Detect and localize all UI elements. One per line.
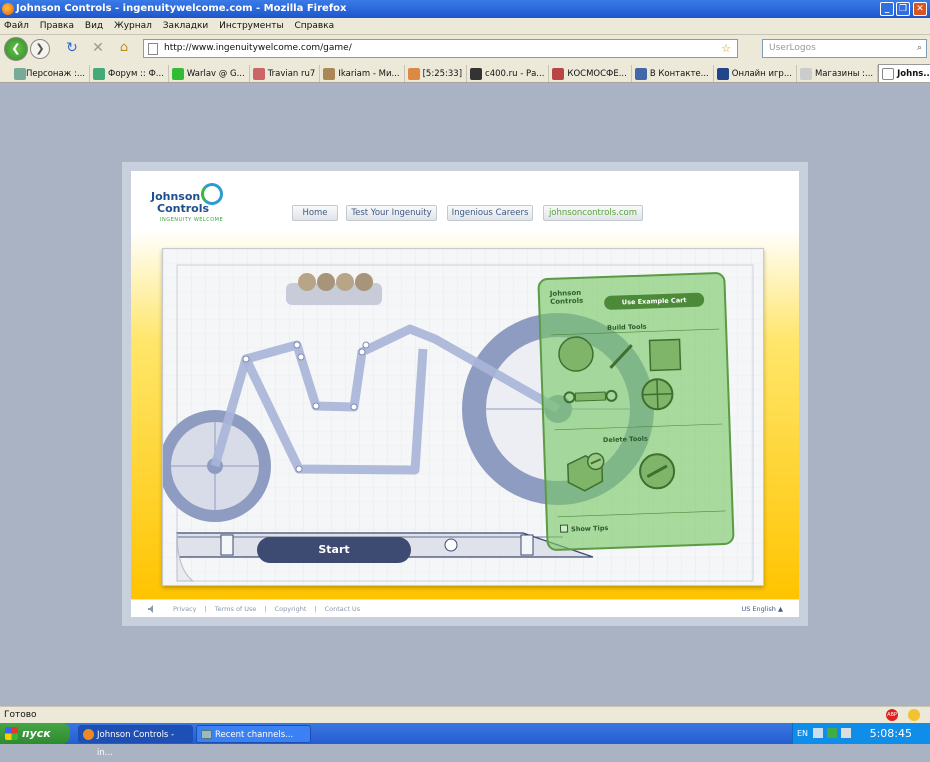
menu-view[interactable]: Вид <box>81 18 107 35</box>
delete-joint-tool-icon <box>639 453 676 490</box>
url-bar[interactable]: http://www.ingenuitywelcome.com/game/ ☆ <box>143 39 738 58</box>
speaker-icon[interactable] <box>148 605 156 613</box>
bookmark-item[interactable]: Персонаж :... <box>0 65 90 82</box>
bookmark-star-icon[interactable]: ☆ <box>721 40 731 57</box>
footer-links: Privacy | Terms of Use | Copyright | Contact U… <box>169 600 364 618</box>
site-footer: Privacy | Terms of Use | Copyright | Contact U… <box>131 599 799 617</box>
start-menu-button[interactable]: пуск <box>0 723 70 744</box>
delete-part-tool-icon <box>567 452 605 492</box>
start-button[interactable]: Start <box>257 537 411 563</box>
footer-terms[interactable]: Terms of Use <box>211 605 261 613</box>
tool-icons <box>551 328 726 518</box>
rear-wheel <box>163 410 271 522</box>
app-window-icon <box>201 730 212 739</box>
menu-history[interactable]: Журнал <box>110 18 156 35</box>
bookmark-item[interactable]: [5:25:33] <box>405 65 468 82</box>
circle-tool-icon <box>558 336 594 372</box>
forward-button[interactable]: ❯ <box>30 39 50 59</box>
checkbox-icon <box>559 524 569 533</box>
bookmark-item[interactable]: Онлайн игр... <box>714 65 797 82</box>
bookmark-item[interactable]: c400.ru - Ра... <box>467 65 550 82</box>
page-icon <box>148 43 158 55</box>
reload-icon[interactable]: ↻ <box>62 39 82 59</box>
clock: 5:08:45 <box>869 727 912 740</box>
menu-bar: Файл Правка Вид Журнал Закладки Инструме… <box>0 18 930 35</box>
logo-mark-icon <box>201 183 223 205</box>
square-tool-icon <box>648 338 682 372</box>
rod-tool-icon <box>609 344 633 369</box>
tab-active[interactable]: Johns...✕ <box>878 64 930 82</box>
taskbar-item-firefox[interactable]: Johnson Controls - in... <box>78 725 193 758</box>
system-tray: EN 5:08:45 <box>792 723 930 744</box>
close-button[interactable]: ✕ <box>913 2 927 16</box>
volume-icon[interactable] <box>841 728 851 738</box>
nav-home[interactable]: Home <box>292 205 338 221</box>
firefox-icon <box>83 729 94 740</box>
bookmark-item[interactable]: Магазины :... <box>797 65 879 82</box>
wheel-tool-icon <box>641 378 674 411</box>
search-input[interactable]: UserLogos ⌕ <box>762 39 927 58</box>
language-indicator[interactable]: EN <box>797 723 808 744</box>
stop-icon[interactable]: ✕ <box>88 39 108 59</box>
footer-contact[interactable]: Contact Us <box>321 605 365 613</box>
firefox-icon <box>2 3 14 15</box>
minimize-button[interactable]: _ <box>880 2 894 16</box>
bookmark-item[interactable]: Форум :: Ф... <box>90 65 169 82</box>
bookmarks-toolbar: Персонаж :... Форум :: Ф... Warlav @ G... T… <box>0 63 930 83</box>
page-viewport: Johnson Controls INGENUITY WELCOME Home … <box>0 83 930 706</box>
tray-icon[interactable] <box>813 728 823 738</box>
back-button[interactable]: ❮ <box>4 37 28 61</box>
johnson-controls-logo[interactable]: Johnson Controls INGENUITY WELCOME <box>151 183 231 225</box>
windows-logo-icon <box>5 727 18 740</box>
nav-ingenious-careers[interactable]: Ingenious Careers <box>447 205 533 221</box>
navigation-toolbar: ❮ ❯ ↻ ✕ ⌂ http://www.ingenuitywelcome.co… <box>0 35 930 63</box>
footer-copyright[interactable]: Copyright <box>271 605 311 613</box>
axle-tool-icon <box>563 389 618 404</box>
menu-file[interactable]: Файл <box>0 18 33 35</box>
language-selector[interactable]: US English ▲ <box>742 600 784 618</box>
search-placeholder: UserLogos <box>769 43 816 53</box>
window-title: Johnson Controls - ingenuitywelcome.com … <box>16 3 347 14</box>
url-text: http://www.ingenuitywelcome.com/game/ <box>164 43 352 53</box>
menu-edit[interactable]: Правка <box>36 18 78 35</box>
game-canvas[interactable]: Start Johnson Controls Use Example Cart B… <box>162 248 764 586</box>
adblock-icon[interactable]: ABP <box>886 709 898 721</box>
nav-test-your-ingenuity[interactable]: Test Your Ingenuity <box>346 205 437 221</box>
status-bar: Готово ABP <box>0 706 930 723</box>
bookmark-item[interactable]: Ikariam - Ми... <box>320 65 405 82</box>
status-text: Готово <box>4 710 37 720</box>
site-frame: Johnson Controls INGENUITY WELCOME Home … <box>122 162 808 626</box>
maximize-button[interactable]: ❐ <box>896 2 910 16</box>
show-tips-checkbox[interactable]: Show Tips <box>559 523 608 534</box>
footer-privacy[interactable]: Privacy <box>169 605 201 613</box>
search-icon[interactable]: ⌕ <box>917 40 922 57</box>
site-container: Johnson Controls INGENUITY WELCOME Home … <box>131 171 799 617</box>
window-title-bar: Johnson Controls - ingenuitywelcome.com … <box>0 0 930 18</box>
taskbar-item-recent-channels[interactable]: Recent channels... <box>196 725 311 743</box>
nav-johnsoncontrols[interactable]: johnsoncontrols.com <box>543 205 643 221</box>
menu-help[interactable]: Справка <box>290 18 338 35</box>
tray-icon[interactable] <box>827 728 837 738</box>
bookmark-item[interactable]: Warlav @ G... <box>169 65 250 82</box>
bookmark-item[interactable]: КОСМОСФЕ... <box>549 65 632 82</box>
bookmark-item[interactable]: Travian ru7 <box>250 65 321 82</box>
taskbar: пуск Johnson Controls - in... Recent cha… <box>0 723 930 758</box>
tools-panel: Johnson Controls Use Example Cart Build T… <box>537 271 735 552</box>
menu-tools[interactable]: Инструменты <box>215 18 287 35</box>
delete-tools-heading: Delete Tools <box>602 434 648 445</box>
menu-bookmarks[interactable]: Закладки <box>159 18 213 35</box>
smiley-icon[interactable] <box>908 709 920 721</box>
bookmark-item[interactable]: В Контакте... <box>632 65 714 82</box>
home-icon[interactable]: ⌂ <box>114 39 134 59</box>
